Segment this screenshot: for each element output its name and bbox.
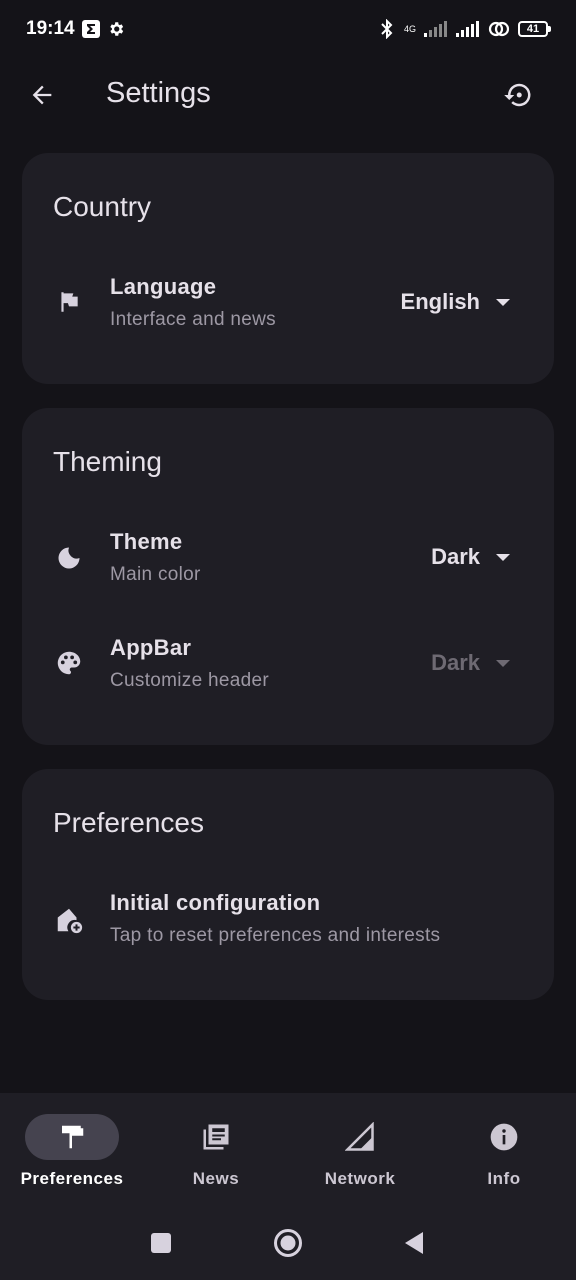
nav-label: News [192, 1169, 240, 1188]
gear-icon [107, 20, 125, 38]
card-country: Country Language Interface and news Engl… [22, 153, 554, 384]
nav-item-news[interactable]: News [144, 1093, 288, 1205]
row-title: Language [110, 274, 217, 299]
square-icon [151, 1233, 171, 1253]
home-button[interactable] [272, 1227, 304, 1259]
triangle-back-icon [405, 1232, 423, 1254]
nav-label: Preferences [20, 1169, 124, 1188]
app-bar: Settings [0, 58, 576, 132]
card-preferences: Preferences Initial configuration Tap to… [22, 769, 554, 1000]
setting-row-initial-configuration[interactable]: Initial configuration Tap to reset prefe… [22, 877, 554, 957]
home-add-icon [52, 903, 86, 937]
restore-icon [504, 83, 531, 107]
nav-icon-wrapper [457, 1114, 551, 1160]
bottom-navigation: Preferences News Network Info [0, 1093, 576, 1205]
setting-row-appbar[interactable]: AppBar Customize header Dark [22, 622, 554, 702]
arrow-back-icon [32, 85, 52, 105]
bluetooth-icon [378, 19, 396, 39]
setting-row-language[interactable]: Language Interface and news English [22, 261, 554, 341]
row-subtitle: Tap to reset preferences and interests [110, 925, 441, 946]
system-navigation-bar [0, 1205, 576, 1280]
section-title: Preferences [53, 807, 204, 838]
dropdown-value: Dark [431, 544, 480, 569]
nav-label: Info [487, 1169, 521, 1188]
page-title: Settings [106, 77, 211, 109]
circle-icon [274, 1229, 302, 1257]
dropdown-value: English [400, 289, 480, 314]
row-subtitle: Interface and news [110, 309, 276, 330]
row-title: Initial configuration [110, 890, 321, 915]
section-title: Theming [53, 446, 162, 477]
setting-row-theme[interactable]: Theme Main color Dark [22, 516, 554, 596]
row-title: Theme [110, 529, 183, 554]
status-time: 19:14 [26, 18, 75, 39]
nav-item-info[interactable]: Info [432, 1093, 576, 1205]
status-bar: 19:14 4G 41 [0, 0, 576, 58]
row-subtitle: Main color [110, 564, 201, 585]
battery-icon: 41 [518, 21, 551, 37]
paint-roller-icon [62, 1125, 84, 1149]
back-button[interactable] [22, 75, 62, 115]
info-icon [490, 1123, 518, 1151]
sigma-app-icon [81, 19, 101, 39]
signal-bars-icon [424, 21, 448, 37]
card-theming: Theming Theme Main color Dark AppBar Cus… [22, 408, 554, 745]
appbar-dropdown: Dark [431, 650, 510, 676]
dropdown-value: Dark [431, 650, 480, 675]
palette-icon [52, 646, 86, 680]
link-icon [488, 20, 510, 38]
signal-icon [345, 1122, 374, 1151]
network-type-label: 4G [403, 23, 416, 34]
nav-item-preferences[interactable]: Preferences [0, 1093, 144, 1205]
theme-dropdown[interactable]: Dark [431, 544, 510, 570]
moon-icon [52, 541, 86, 575]
language-dropdown[interactable]: English [401, 289, 510, 315]
nav-active-indicator [25, 1114, 119, 1160]
row-subtitle: Customize header [110, 670, 269, 691]
dropdown-arrow-icon [496, 298, 510, 306]
signal-bars-icon-2 [456, 21, 480, 37]
status-right: 4G 41 [378, 19, 551, 39]
dropdown-arrow-icon [496, 659, 510, 667]
nav-icon-wrapper [313, 1114, 407, 1160]
recents-button[interactable] [145, 1227, 177, 1259]
nav-item-network[interactable]: Network [288, 1093, 432, 1205]
system-back-button[interactable] [397, 1227, 429, 1259]
section-title: Country [53, 191, 152, 222]
nav-label: Network [324, 1169, 396, 1188]
newspaper-icon [203, 1124, 229, 1150]
dropdown-arrow-icon [496, 553, 510, 561]
row-title: AppBar [110, 635, 192, 660]
flag-icon [52, 285, 86, 319]
reset-button[interactable] [498, 75, 538, 115]
status-left: 19:14 [26, 18, 125, 40]
nav-icon-wrapper [169, 1114, 263, 1160]
